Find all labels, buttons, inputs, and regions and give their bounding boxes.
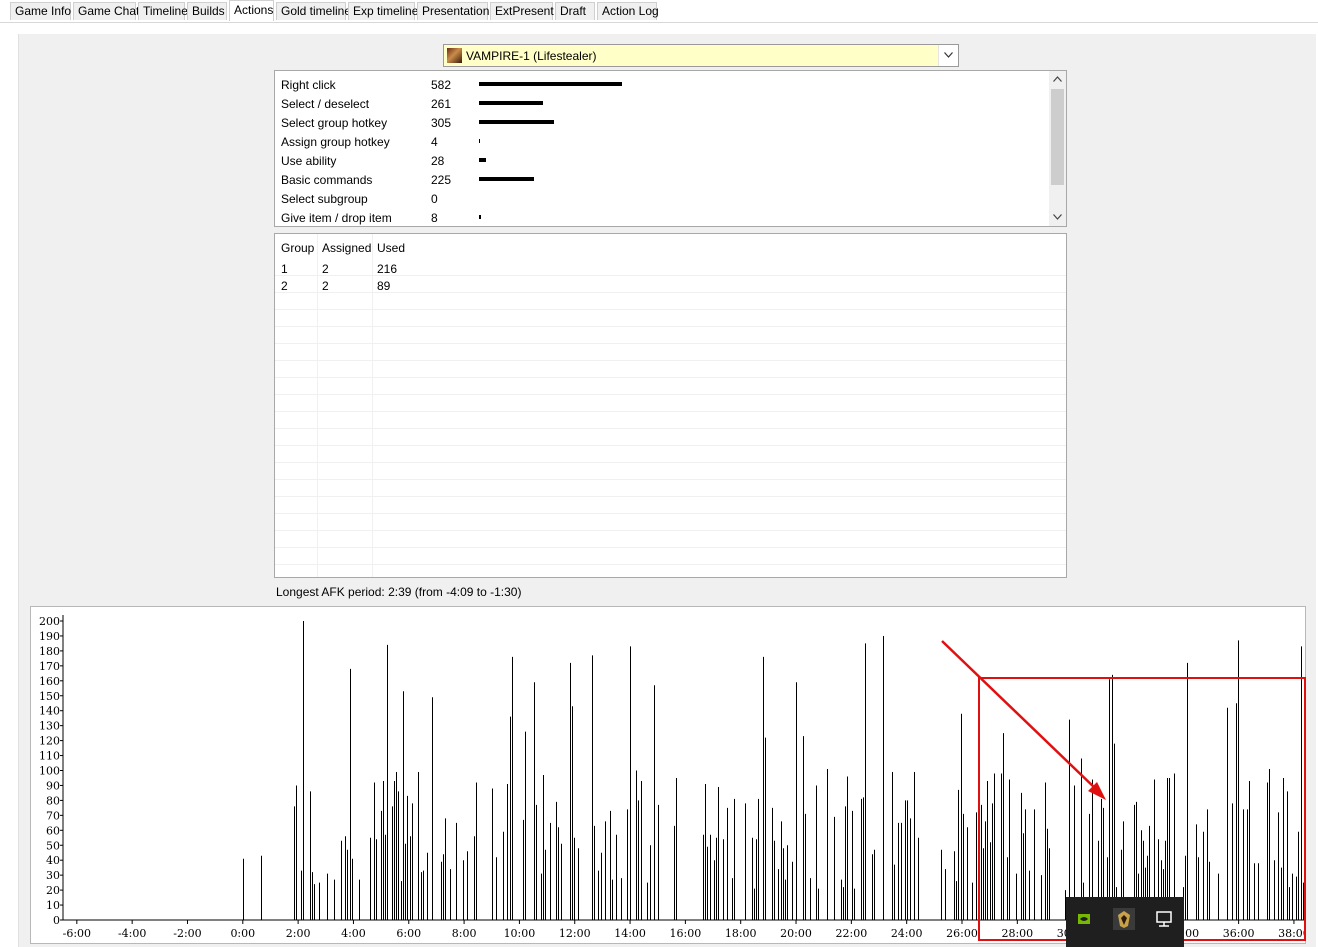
dota-icon[interactable] bbox=[1113, 908, 1135, 930]
nvidia-icon[interactable] bbox=[1073, 908, 1095, 930]
annotation-arrow bbox=[941, 640, 1106, 800]
system-tray bbox=[1066, 897, 1184, 947]
network-icon[interactable] bbox=[1153, 908, 1175, 930]
